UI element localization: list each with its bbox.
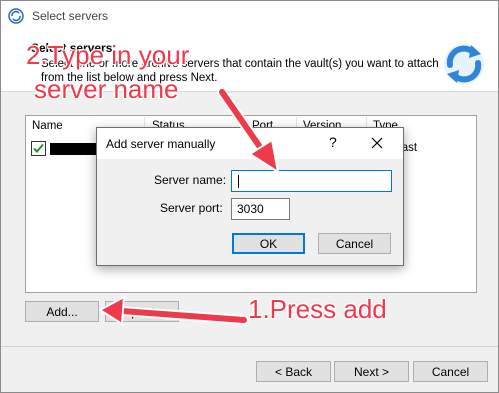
- app-icon: [8, 8, 24, 24]
- header-description: Select one or more archive servers that …: [41, 58, 439, 84]
- close-icon[interactable]: [365, 132, 389, 154]
- dialog-cancel-button[interactable]: Cancel: [318, 233, 391, 254]
- add-server-dialog: Add server manually ? Server name: Serve…: [96, 127, 404, 266]
- update-button[interactable]: Update: [105, 301, 179, 322]
- checkmark-icon: [33, 143, 44, 153]
- server-port-input[interactable]: 3030: [231, 198, 290, 220]
- ok-button[interactable]: OK: [232, 233, 305, 254]
- footer-divider: [1, 346, 498, 347]
- add-button[interactable]: Add...: [25, 301, 99, 322]
- server-row-checkbox[interactable]: [31, 141, 46, 156]
- dialog-titlebar: Add server manually ?: [97, 128, 403, 159]
- wizard-header: Select servers Select one or more archiv…: [1, 31, 498, 92]
- server-name-label: Server name:: [154, 173, 227, 187]
- next-button[interactable]: Next >: [334, 361, 409, 382]
- window-titlebar: Select servers: [1, 1, 498, 31]
- back-button[interactable]: < Back: [256, 361, 331, 382]
- server-port-value: 3030: [237, 202, 264, 216]
- server-port-label: Server port:: [160, 201, 223, 215]
- header-title: Select servers: [31, 41, 113, 55]
- cancel-button[interactable]: Cancel: [413, 361, 488, 382]
- window-title: Select servers: [32, 9, 109, 23]
- text-caret: [238, 175, 239, 188]
- sync-icon: [444, 44, 484, 84]
- help-button[interactable]: ?: [329, 134, 337, 150]
- dialog-title: Add server manually: [106, 137, 216, 151]
- column-header-name[interactable]: Name: [32, 120, 63, 132]
- server-name-input[interactable]: [231, 170, 392, 192]
